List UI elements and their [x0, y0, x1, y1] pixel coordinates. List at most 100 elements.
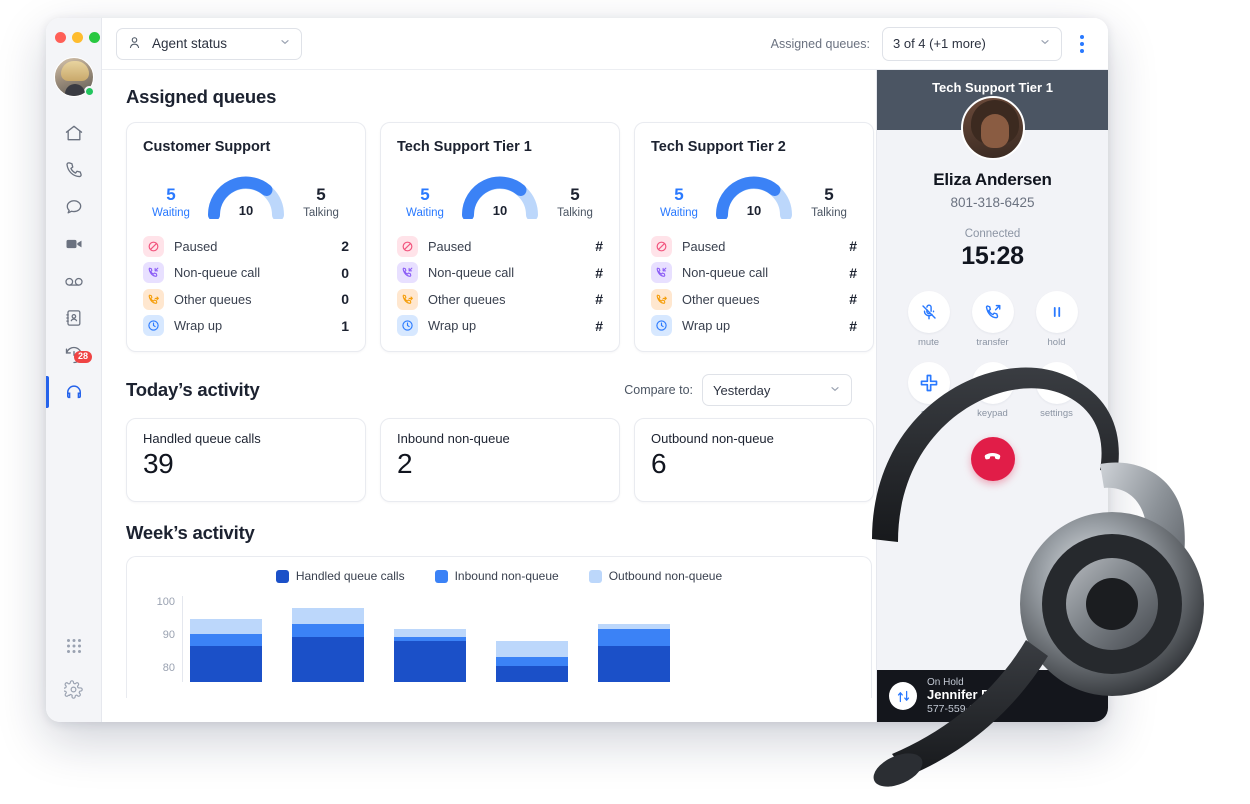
on-hold-bar[interactable]: On Hold Jennifer Reid 577-559-2382: [877, 670, 1108, 722]
metric-label: Wrap up: [428, 318, 477, 334]
metric-row: Other queues #: [651, 286, 857, 313]
metric-value: #: [849, 238, 857, 255]
waiting-stat: 5 Waiting: [651, 186, 707, 219]
sidebar-item-voicemail[interactable]: [46, 263, 101, 299]
phone-incoming-icon: [651, 262, 672, 284]
top-bar: Agent status Assigned queues: 3 of 4 (+1…: [102, 18, 1108, 70]
close-window-button[interactable]: [55, 32, 66, 43]
metric-label: Paused: [174, 238, 218, 254]
metric-label: Paused: [428, 238, 472, 254]
control-label: transfer: [976, 337, 1009, 348]
hangup-button[interactable]: [970, 437, 1015, 481]
stat-value: 39: [143, 448, 174, 479]
phone-incoming-icon: [397, 262, 418, 284]
call-settings-button[interactable]: settings: [1035, 362, 1079, 419]
chart-bar-segment: [496, 640, 568, 658]
caller-avatar: [960, 96, 1025, 160]
sidebar-item-history[interactable]: 28: [46, 337, 101, 373]
phone-transfer-icon: [971, 291, 1014, 333]
sidebar-item-messages[interactable]: [46, 189, 101, 225]
metric-label: Non-queue call: [428, 265, 515, 281]
video-camera-icon: [64, 234, 84, 254]
hold-button[interactable]: hold: [1035, 291, 1079, 348]
metric-label: Non-queue call: [682, 265, 769, 281]
legend-label: Inbound non-queue: [454, 569, 559, 583]
queue-gauge: 10: [203, 169, 289, 219]
metric-row: Paused #: [651, 233, 857, 260]
sidebar-item-agent-console[interactable]: [46, 374, 101, 410]
chart-bar-segment: [190, 634, 262, 646]
sidebar-item-meetings[interactable]: [46, 226, 101, 262]
on-hold-number: 577-559-2382: [927, 703, 993, 716]
compare-dropdown[interactable]: Yesterday: [702, 374, 852, 406]
metric-label: Other queues: [682, 291, 760, 307]
talking-value: 5: [316, 185, 326, 205]
metric-value: #: [849, 317, 857, 334]
talking-stat: 5 Talking: [801, 186, 857, 219]
stat-label: Inbound non-queue: [397, 431, 510, 446]
avatar[interactable]: [53, 57, 95, 97]
keypad-icon: [971, 362, 1014, 404]
assigned-queues-title: Assigned queues: [126, 86, 277, 107]
metric-value: 1: [341, 317, 349, 334]
talking-value: 5: [824, 185, 834, 205]
sidebar-item-home[interactable]: [46, 115, 101, 151]
maximize-window-button[interactable]: [89, 32, 100, 43]
metric-label: Wrap up: [682, 318, 731, 334]
agent-status-label: Agent status: [152, 36, 228, 51]
stat-label: Handled queue calls: [143, 431, 261, 446]
metric-row: Wrap up 1: [143, 313, 349, 340]
queue-gauge-row: 5 Waiting 10 5 Talking: [397, 169, 603, 219]
queue-card[interactable]: Customer Support 5 Waiting 10 5 Talking …: [126, 122, 366, 352]
call-timer: 15:28: [961, 242, 1024, 270]
agent-status-dropdown[interactable]: Agent status: [116, 27, 302, 60]
mute-button[interactable]: mute: [907, 291, 951, 348]
queue-metrics: Paused # Non-queue call # Other queues #…: [397, 233, 603, 339]
assigned-queues-dropdown[interactable]: 3 of 4 (+1 more): [882, 26, 1062, 61]
chart-bar-segment: [292, 624, 364, 638]
metric-row: Non-queue call #: [651, 260, 857, 287]
chart-bar: [394, 629, 466, 682]
history-badge-count: 28: [74, 351, 93, 363]
metric-label: Wrap up: [174, 318, 223, 334]
paused-slash-icon: [143, 235, 164, 257]
on-hold-details: On Hold Jennifer Reid 577-559-2382: [927, 677, 1009, 716]
waiting-label: Waiting: [406, 207, 444, 219]
chart-bar-segment: [496, 665, 568, 682]
sidebar-item-calls[interactable]: [46, 152, 101, 188]
add-call-button[interactable]: add: [907, 362, 951, 419]
transfer-button[interactable]: transfer: [971, 291, 1015, 348]
chart-bar-segment: [496, 657, 568, 666]
phone-hangup-icon: [982, 446, 1003, 472]
sidebar-item-apps[interactable]: [64, 632, 83, 660]
minimize-window-button[interactable]: [72, 32, 83, 43]
kebab-menu-icon[interactable]: [1074, 31, 1090, 57]
waiting-stat: 5 Waiting: [143, 186, 199, 219]
sidebar-item-contacts[interactable]: [46, 300, 101, 336]
metric-value: #: [595, 264, 603, 281]
queue-card-title: Tech Support Tier 1: [397, 139, 532, 155]
chart-bar-segment: [190, 645, 262, 682]
window-traffic-lights: [55, 32, 100, 43]
clock-icon: [651, 315, 672, 337]
queue-card-title: Tech Support Tier 2: [651, 139, 786, 155]
queue-card[interactable]: Tech Support Tier 1 5 Waiting 10 5 Talki…: [380, 122, 620, 352]
metric-value: 0: [341, 264, 349, 281]
keypad-button[interactable]: keypad: [971, 362, 1015, 419]
gear-icon: [1035, 362, 1078, 404]
control-label: keypad: [977, 408, 1008, 419]
call-swap-icon: [889, 682, 917, 710]
talking-label: Talking: [303, 207, 339, 219]
metric-row: Paused 2: [143, 233, 349, 260]
chart-bar-segment: [190, 619, 262, 635]
call-queue-name: Tech Support Tier 1: [932, 80, 1053, 95]
sidebar-item-settings[interactable]: [64, 675, 83, 703]
stat-value: 6: [651, 448, 667, 479]
microphone-muted-icon: [907, 291, 950, 333]
waiting-label: Waiting: [660, 207, 698, 219]
queue-card[interactable]: Tech Support Tier 2 5 Waiting 10 5 Talki…: [634, 122, 874, 352]
queue-gauge: 10: [457, 169, 543, 219]
talking-stat: 5 Talking: [293, 186, 349, 219]
metric-value: 2: [341, 238, 349, 255]
chart-bar: [292, 607, 364, 682]
